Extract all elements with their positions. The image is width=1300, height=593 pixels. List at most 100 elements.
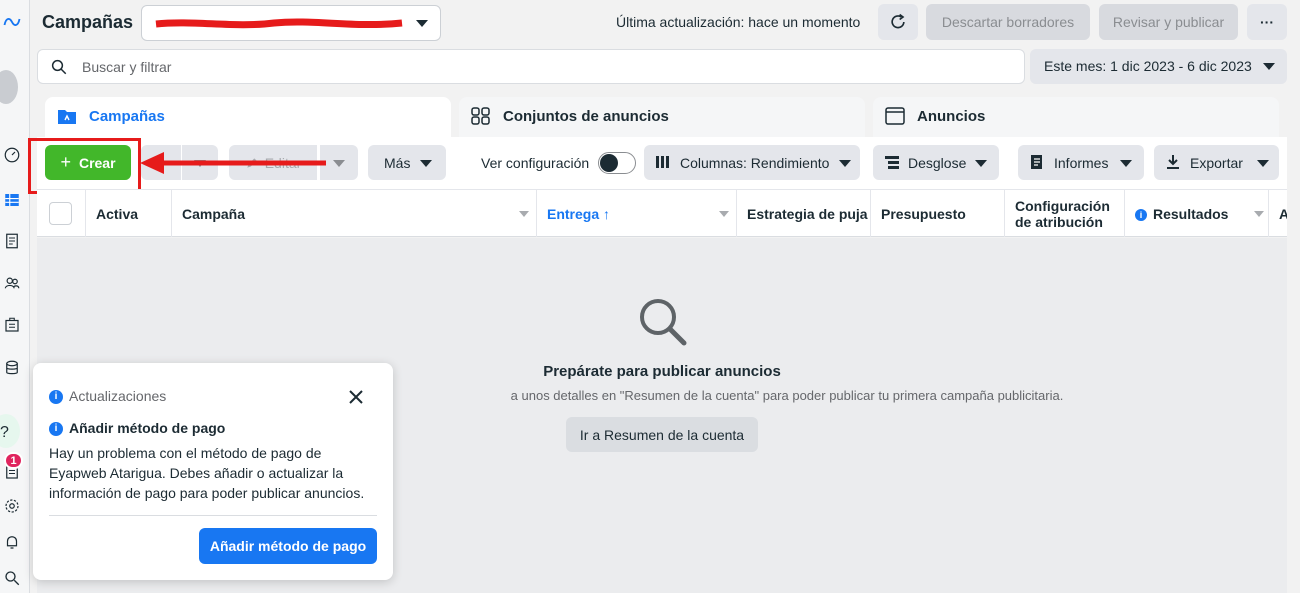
column-header-next[interactable]: A <box>1269 190 1287 237</box>
column-label: Presupuesto <box>881 206 966 222</box>
column-label: A <box>1279 206 1287 222</box>
select-all-column <box>37 190 86 237</box>
chevron-down-icon <box>1120 160 1132 167</box>
avatar[interactable] <box>0 70 18 104</box>
info-icon: i <box>49 422 63 437</box>
chevron-down-icon <box>839 160 851 167</box>
view-settings-toggle[interactable] <box>598 152 636 174</box>
sort-caret-icon <box>719 211 729 217</box>
columns-button[interactable]: Columnas: Rendimiento <box>644 145 860 180</box>
date-range-picker[interactable]: Este mes: 1 dic 2023 - 6 dic 2023 <box>1030 49 1287 84</box>
toggle-knob <box>600 154 618 172</box>
column-header-budget[interactable]: Presupuesto <box>871 190 1005 237</box>
columns-icon <box>656 156 669 168</box>
sort-caret-icon <box>1254 211 1264 217</box>
divider <box>49 515 377 516</box>
column-header-results[interactable]: i Resultados <box>1125 190 1269 237</box>
column-label: Activa <box>96 206 139 222</box>
billing-icon[interactable] <box>0 356 24 380</box>
column-label-wrap: i Resultados <box>1135 206 1228 222</box>
more-options-button[interactable]: ··· <box>1247 4 1287 40</box>
breakdown-label: Desglose <box>908 155 967 171</box>
sort-caret-icon <box>519 211 529 217</box>
updates-panel: i Actualizaciones i Añadir método de pago … <box>33 363 393 580</box>
discard-drafts-button[interactable]: Descartar borradores <box>926 4 1090 40</box>
search-icon[interactable] <box>0 566 24 590</box>
breakdown-icon <box>885 156 899 169</box>
column-label: Entrega ↑ <box>547 206 611 222</box>
tab-label: Anuncios <box>917 108 986 125</box>
empty-state-description: a unos detalles en "Resumen de la cuenta… <box>510 388 1064 403</box>
grid-icon <box>471 107 490 125</box>
campaigns-table-header: Activa Campaña Entrega ↑ Estrategia de p… <box>37 189 1287 237</box>
search-input[interactable] <box>82 50 982 83</box>
create-highlight-box <box>28 138 141 194</box>
folder-icon <box>58 110 76 124</box>
column-label: Estrategia de puja <box>747 206 868 222</box>
account-summary-button[interactable]: Ir a Resumen de la cuenta <box>566 417 758 452</box>
account-select[interactable] <box>141 5 441 41</box>
ad-icon <box>885 107 905 125</box>
chevron-down-icon <box>1257 160 1269 167</box>
add-payment-method-button[interactable]: Añadir método de pago <box>199 528 377 564</box>
search-icon <box>51 59 67 75</box>
view-settings-label: Ver configuración <box>481 155 590 171</box>
notice-title-label: Añadir método de pago <box>69 420 226 436</box>
column-header-campaign[interactable]: Campaña <box>172 190 537 237</box>
reports-button[interactable]: Informes <box>1018 145 1144 180</box>
chevron-down-icon <box>333 160 345 167</box>
reports-icon <box>1031 155 1042 169</box>
more-actions-button[interactable]: Más <box>368 145 446 180</box>
svg-text:?: ? <box>0 424 9 441</box>
last-update-status: Última actualización: hace un momento <box>616 14 861 30</box>
tab-label: Conjuntos de anuncios <box>503 108 669 125</box>
info-icon: i <box>1135 209 1147 222</box>
export-button[interactable]: Exportar <box>1154 145 1279 180</box>
search-icon <box>640 299 687 346</box>
tab-ad-sets[interactable]: Conjuntos de anuncios <box>459 97 865 137</box>
download-icon <box>1167 155 1179 169</box>
bell-icon[interactable] <box>0 530 24 554</box>
column-label: Campaña <box>182 206 246 222</box>
notification-badge: 1 <box>4 452 23 469</box>
review-publish-button[interactable]: Revisar y publicar <box>1099 4 1238 40</box>
dashboard-icon[interactable] <box>0 143 24 167</box>
chevron-down-icon <box>416 20 428 27</box>
campaigns-icon[interactable] <box>0 188 24 212</box>
info-icon: i <box>49 390 63 405</box>
column-label: Resultados <box>1153 206 1229 222</box>
audiences-icon[interactable] <box>0 271 24 295</box>
notice-body: Hay un problema con el método de pago de… <box>49 445 365 501</box>
column-header-bid-strategy[interactable]: Estrategia de puja <box>737 190 871 237</box>
reports-icon[interactable] <box>0 229 24 253</box>
redacted-account-name <box>155 18 403 29</box>
red-arrow-annotation <box>140 152 326 174</box>
column-label: Configuración de atribución <box>1015 198 1110 230</box>
notice-title: i Añadir método de pago <box>49 420 226 437</box>
left-navigation-rail: ? 1 <box>0 0 30 593</box>
settings-icon[interactable] <box>0 494 24 518</box>
page-title: Campañas <box>42 12 134 32</box>
column-header-active[interactable]: Activa <box>86 190 172 237</box>
select-all-checkbox[interactable] <box>49 202 72 225</box>
meta-logo-icon[interactable] <box>0 10 24 34</box>
tab-label: Campañas <box>89 108 165 125</box>
export-label: Exportar <box>1190 155 1243 171</box>
columns-label: Columnas: Rendimiento <box>680 155 830 171</box>
search-bar[interactable] <box>37 49 1025 84</box>
help-icon[interactable]: ? <box>0 414 20 448</box>
refresh-icon <box>891 13 905 29</box>
tab-ads[interactable]: Anuncios <box>873 97 1279 137</box>
close-icon[interactable] <box>347 388 365 406</box>
breakdown-button[interactable]: Desglose <box>873 145 999 180</box>
chevron-down-icon <box>420 160 432 167</box>
business-icon[interactable] <box>0 313 24 337</box>
chevron-down-icon <box>1263 63 1275 70</box>
date-range-label: Este mes: 1 dic 2023 - 6 dic 2023 <box>1044 58 1252 74</box>
refresh-button[interactable] <box>878 4 918 40</box>
top-bar: Campañas Última actualización: hace un m… <box>30 0 1300 44</box>
more-label: Más <box>384 155 411 171</box>
updates-header: i Actualizaciones <box>49 388 166 405</box>
column-header-attribution[interactable]: Configuración de atribución <box>1005 190 1125 237</box>
column-header-delivery[interactable]: Entrega ↑ <box>537 190 737 237</box>
